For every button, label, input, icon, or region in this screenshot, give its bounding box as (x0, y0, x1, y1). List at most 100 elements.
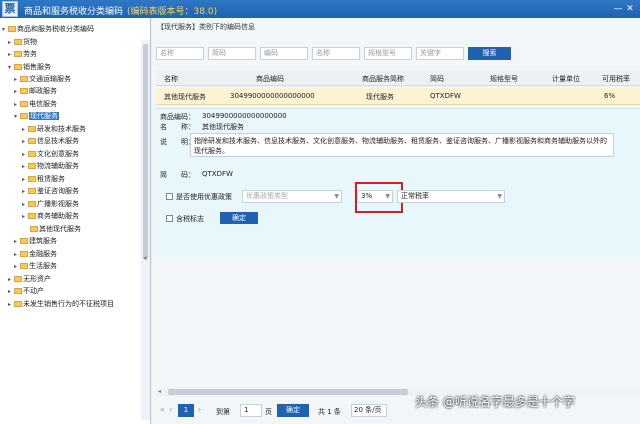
splitter-collapse-icon[interactable]: ◂ (143, 254, 147, 262)
title-bar: 票 商品和服务税收分类编码 (编码表版本号：38.0) — ✕ (0, 0, 640, 18)
preference-label: 是否使用优惠政策 (176, 193, 232, 201)
folder-icon (20, 113, 28, 119)
tree-item-broadcast[interactable]: ▸ 广播影视服务 (22, 199, 79, 209)
rate-type-select[interactable]: 正常税率 ▼ (397, 190, 505, 203)
column-header[interactable]: 规格型号 (490, 74, 518, 84)
rate-type-value: 正常税率 (401, 192, 429, 200)
tree-item-intangible[interactable]: ▸ 无形资产 (8, 274, 51, 284)
tree-item-goods[interactable]: ▸ 货物 (8, 37, 37, 47)
tree-scroll-thumb[interactable] (143, 44, 148, 259)
cell-code: 3049900000000000000 (230, 92, 315, 100)
tree-item-consulting[interactable]: ▸ 鉴证咨询服务 (22, 186, 79, 196)
minimize-button[interactable]: — (612, 3, 624, 15)
folder-icon (14, 288, 22, 294)
page-unit-label: 页 (265, 408, 272, 416)
total-count: 共 1 条 (318, 408, 341, 416)
folder-icon (28, 201, 36, 207)
tree-item-transport[interactable]: ▸ 交通运输服务 (14, 74, 71, 84)
cell-name: 其他现代服务 (164, 93, 206, 101)
column-header[interactable]: 简码 (430, 74, 444, 84)
tree-item-culture[interactable]: ▸ 文化创意服务 (22, 149, 79, 159)
goto-label: 到第 (216, 408, 230, 416)
tree-item-construction[interactable]: ▸ 建筑服务 (14, 236, 57, 246)
prev-page-icon[interactable]: ‹ (169, 405, 172, 414)
tree-item-logistics[interactable]: ▸ 物流辅助服务 (22, 161, 79, 171)
tree-item-sales-services[interactable]: ▾ 销售服务 (8, 62, 51, 72)
folder-icon (20, 238, 28, 244)
tree-scrollbar[interactable] (141, 40, 150, 420)
window-controls: — ✕ (612, 3, 636, 15)
tree-item-leasing[interactable]: ▸ 租赁服务 (22, 174, 65, 184)
name-value: 其他现代服务 (202, 123, 244, 131)
folder-icon (8, 26, 16, 32)
file-icon (30, 226, 38, 232)
breadcrumb: 【现代服务】类别下的编码信息 (157, 23, 255, 31)
folder-icon (28, 163, 36, 169)
first-page-icon[interactable]: « (160, 405, 165, 414)
grid-header: 名称 商品编码 商品服务简称 简码 规格型号 计量单位 可用税率 (156, 70, 640, 86)
tree-item-postal[interactable]: ▸ 邮政服务 (14, 86, 57, 96)
folder-icon (20, 88, 28, 94)
version-label: (编码表版本号：38.0) (127, 7, 218, 17)
close-button[interactable]: ✕ (624, 3, 636, 15)
filter-abbr-input[interactable]: 简码 (208, 47, 256, 60)
next-page-icon[interactable]: › (198, 405, 201, 414)
preference-type-select[interactable]: 优惠政策类型 ▼ (242, 190, 342, 203)
cell-abbr: QTXDFW (430, 92, 461, 100)
folder-icon (28, 138, 36, 144)
page-input[interactable]: 1 (240, 404, 262, 417)
tree-item-life[interactable]: ▸ 生活服务 (14, 261, 57, 271)
tree-item-finance[interactable]: ▸ 金融服务 (14, 249, 57, 259)
folder-icon (28, 188, 36, 194)
column-header[interactable]: 商品服务简称 (362, 74, 404, 84)
filter-code-input[interactable]: 编码 (260, 47, 308, 60)
watermark: 头条 @听说名字最多是十个字 (415, 395, 575, 409)
folder-icon (14, 276, 22, 282)
category-tree: ▾ 商品和服务税收分类编码 ▸ 货物 ▸ 劳务 ▾ 销售服务 ▸ 交通运输服务 ▸ 邮政服务… (0, 18, 151, 424)
scroll-thumb[interactable] (168, 389, 408, 395)
filter-model-input[interactable]: 规格型号 (364, 47, 412, 60)
folder-icon (14, 39, 22, 45)
column-header[interactable]: 商品编码 (256, 74, 284, 84)
chevron-down-icon: ▼ (334, 193, 339, 200)
preference-checkbox[interactable] (166, 193, 173, 200)
search-button[interactable]: 搜索 (468, 47, 511, 60)
main-panel: 【现代服务】类别下的编码信息 名称 简码 编码 名称 规格型号 关键字 搜索 名… (152, 18, 640, 424)
folder-icon (14, 51, 22, 57)
name-label: 名 称： (160, 123, 195, 131)
goto-button[interactable]: 确定 (277, 404, 309, 417)
tree-item-business-aux[interactable]: ▸ 商务辅助服务 (22, 211, 79, 221)
tree-item-other-modern[interactable]: 其他现代服务 (30, 224, 81, 234)
page-size-select[interactable]: 20 条/页 (351, 404, 387, 417)
column-header[interactable]: 可用税率 (602, 74, 630, 84)
tree-item-it[interactable]: ▸ 信息技术服务 (22, 136, 79, 146)
cell-short: 现代服务 (366, 93, 394, 101)
current-page[interactable]: 1 (178, 404, 194, 417)
filter-name-input[interactable]: 名称 (156, 47, 204, 60)
filter-keyword-input[interactable]: 关键字 (416, 47, 464, 60)
tree-item-non-taxable[interactable]: ▸ 未发生销售行为的不征税项目 (8, 299, 114, 309)
folder-icon (28, 213, 36, 219)
tree-item-telecom[interactable]: ▸ 电信服务 (14, 99, 57, 109)
tree-root[interactable]: ▾ 商品和服务税收分类编码 (2, 24, 94, 34)
chevron-down-icon: ▼ (497, 193, 502, 200)
folder-icon (14, 301, 22, 307)
scroll-left-icon[interactable]: ◂ (158, 388, 161, 395)
column-header[interactable]: 计量单位 (552, 74, 580, 84)
abbr-value: QTXDFW (202, 170, 233, 178)
abbr-label: 简 码： (160, 171, 195, 179)
folder-icon (20, 76, 28, 82)
preference-type-placeholder: 优惠政策类型 (246, 192, 288, 200)
tree-item-real-estate[interactable]: ▸ 不动产 (8, 286, 44, 296)
tree-item-labor[interactable]: ▸ 劳务 (8, 49, 37, 59)
folder-icon (28, 126, 36, 132)
tax-included-checkbox[interactable] (166, 215, 173, 222)
cell-rate: 6% (604, 92, 616, 100)
confirm-button[interactable]: 确定 (220, 212, 258, 224)
column-header[interactable]: 名称 (164, 74, 178, 84)
table-row[interactable]: 其他现代服务 3049900000000000000 现代服务 QTXDFW 6… (156, 88, 640, 105)
tree-item-modern-services[interactable]: ▾ 现代服务 (14, 111, 59, 121)
app-logo-icon: 票 (2, 1, 18, 17)
tree-item-rd[interactable]: ▸ 研发和技术服务 (22, 124, 86, 134)
filter-category-input[interactable]: 名称 (312, 47, 360, 60)
